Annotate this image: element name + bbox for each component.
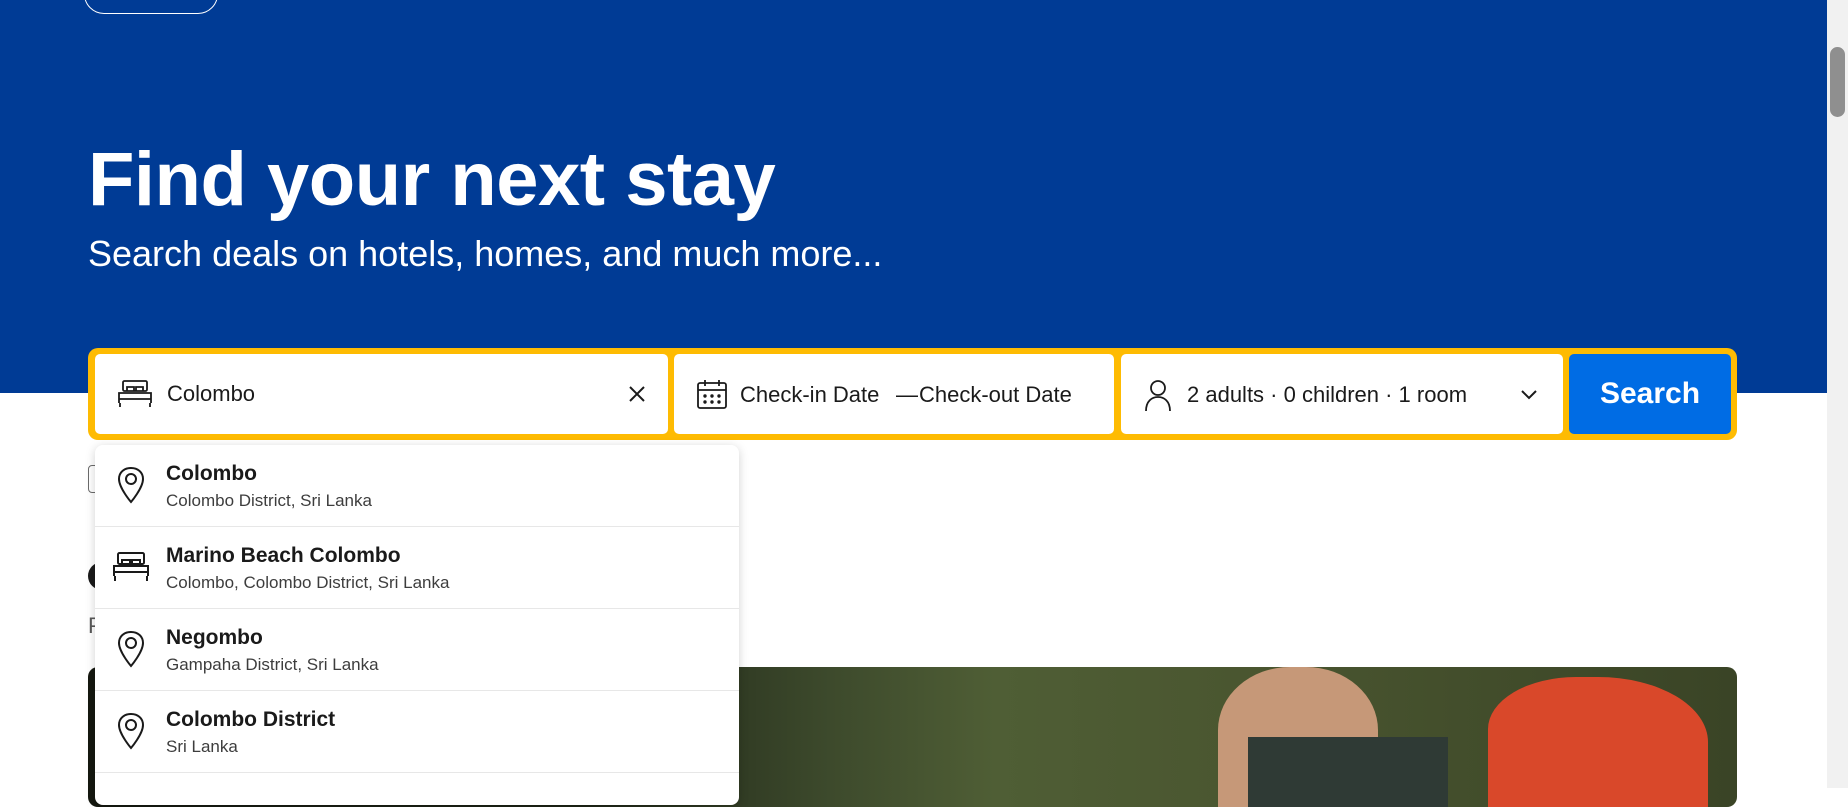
map-pin-icon (111, 629, 151, 669)
page-scrollbar[interactable] (1827, 0, 1848, 788)
search-button[interactable]: Search (1569, 354, 1731, 434)
guests-field[interactable]: 2 adults · 0 children · 1 room (1121, 354, 1563, 434)
suggestion-title: Colombo District (166, 708, 336, 731)
scrollbar-thumb[interactable] (1830, 47, 1845, 117)
suggestion-item[interactable]: Colombo District Sri Lanka (95, 691, 739, 773)
search-bar: Check-in Date — Check-out Date 2 adults … (88, 348, 1737, 440)
chevron-down-icon[interactable] (1517, 382, 1541, 406)
checkin-label[interactable]: Check-in Date (740, 382, 879, 408)
suggestion-item[interactable]: Colombo Colombo District, Sri Lanka (95, 445, 739, 527)
calendar-icon (696, 378, 728, 410)
person-icon (1143, 378, 1173, 412)
destination-field[interactable] (95, 354, 668, 434)
suggestion-title: Negombo (166, 626, 263, 649)
map-pin-icon (111, 711, 151, 751)
hero-title: Find your next stay (88, 137, 776, 222)
clear-icon[interactable] (623, 380, 651, 408)
suggestion-subtitle: Gampaha District, Sri Lanka (166, 655, 379, 674)
dates-field[interactable]: Check-in Date — Check-out Date (674, 354, 1114, 434)
suggestion-item[interactable]: Negombo Gampaha District, Sri Lanka (95, 609, 739, 691)
checkout-label[interactable]: Check-out Date (919, 382, 1072, 408)
bed-icon (111, 547, 151, 587)
suggestion-title: Marino Beach Colombo (166, 544, 401, 567)
suggestion-subtitle: Sri Lanka (166, 737, 238, 756)
date-separator: — (896, 382, 918, 407)
promo-image-vest (1248, 737, 1448, 807)
suggestion-subtitle: Colombo District, Sri Lanka (166, 491, 372, 510)
suggestion-title: Colombo (166, 462, 257, 485)
guests-summary: 2 adults · 0 children · 1 room (1187, 382, 1468, 407)
suggestion-subtitle: Colombo, Colombo District, Sri Lanka (166, 573, 450, 592)
hero-subtitle: Search deals on hotels, homes, and much … (88, 233, 883, 274)
suggestion-item[interactable]: Marino Beach Colombo Colombo, Colombo Di… (95, 527, 739, 609)
map-pin-icon (111, 465, 151, 505)
bed-icon (117, 378, 153, 410)
hero-banner: Find your next stay Search deals on hote… (0, 0, 1827, 393)
header-outline-button[interactable] (84, 0, 218, 14)
destination-input[interactable] (167, 376, 587, 412)
destination-suggestions: Colombo Colombo District, Sri Lanka Mari… (95, 445, 739, 805)
